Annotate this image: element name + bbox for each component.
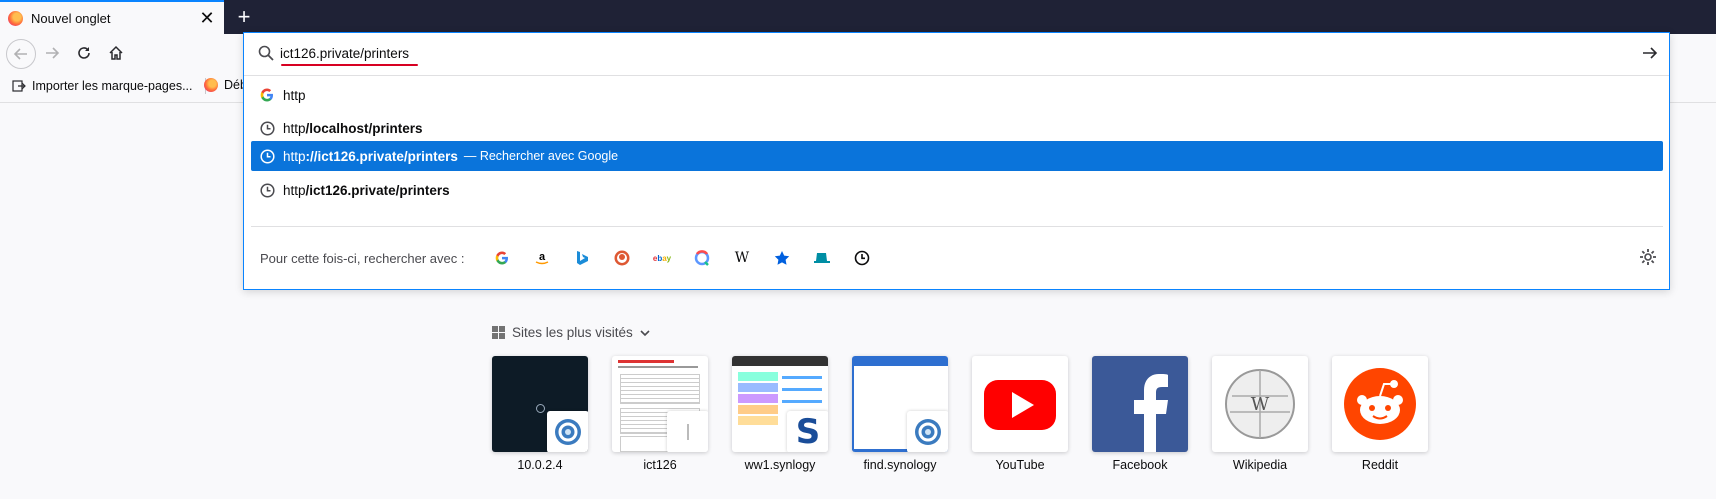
suggestion-row[interactable]: http/localhost/printers: [251, 113, 1663, 143]
urlbar[interactable]: ict126.private/printers: [244, 33, 1669, 76]
suggestion-match: /ict126.private/printers: [305, 182, 450, 198]
synology-qs-icon: [547, 411, 588, 452]
top-site-tile-facebook[interactable]: [1092, 356, 1188, 452]
new-tab-button[interactable]: +: [230, 3, 258, 31]
bookmark-debuter[interactable]: Déb: [204, 78, 247, 92]
suggestion-prefix: http: [283, 120, 306, 136]
urlbar-input[interactable]: ict126.private/printers: [280, 46, 409, 61]
spellcheck-underline: [281, 64, 418, 66]
top-site-tile-ict126[interactable]: [612, 356, 708, 452]
top-site-tile-youtube[interactable]: [972, 356, 1068, 452]
firefox-icon: [204, 78, 218, 92]
page-icon: [667, 411, 708, 452]
tab-title: Nouvel onglet: [31, 11, 111, 26]
back-button[interactable]: [6, 39, 36, 69]
bookmark-import[interactable]: Importer les marque-pages...: [12, 78, 206, 94]
history-clock-icon: [259, 120, 275, 136]
top-site-label: Wikipedia: [1232, 458, 1288, 472]
top-site-tile-wikipedia[interactable]: W: [1212, 356, 1308, 452]
bing-icon[interactable]: [572, 248, 592, 268]
firefox-icon: [8, 11, 23, 26]
suggestion-row[interactable]: http: [251, 80, 1663, 110]
suggestion-prefix: http: [283, 182, 306, 198]
import-bookmarks-icon: [12, 80, 26, 92]
tab-strip: Nouvel onglet ✕ +: [0, 0, 1716, 34]
top-site-label: find.synology: [863, 458, 937, 472]
synology-s-icon: S: [787, 411, 828, 452]
oneoff-divider: [251, 226, 1663, 227]
top-site-tile-find-synology[interactable]: [852, 356, 948, 452]
top-site-label: ict126: [643, 458, 677, 472]
youtube-icon: [984, 380, 1056, 430]
top-site-tile-reddit[interactable]: [1332, 356, 1428, 452]
history-clock-icon: [259, 182, 275, 198]
history-icon[interactable]: [852, 248, 872, 268]
forward-button[interactable]: [38, 39, 66, 67]
reload-button[interactable]: [70, 39, 98, 67]
top-site-label: Facebook: [1112, 458, 1168, 472]
top-site-label: YouTube: [995, 458, 1045, 472]
top-site-tile-10-0-2-4[interactable]: [492, 356, 588, 452]
top-site-label: ww1.synlogy: [744, 458, 816, 472]
tabs-icon[interactable]: [812, 248, 832, 268]
google-icon[interactable]: [492, 248, 512, 268]
svg-text:a: a: [539, 251, 546, 263]
home-icon: [109, 45, 123, 60]
top-site-label: 10.0.2.4: [517, 458, 563, 472]
top-sites-heading[interactable]: Sites les plus visités: [492, 325, 650, 340]
urlbar-dropdown: ict126.private/printers http http/localh…: [243, 32, 1670, 290]
amazon-icon[interactable]: a: [532, 248, 552, 268]
bookmark-label: Importer les marque-pages...: [32, 79, 193, 93]
forward-arrow-icon: [46, 47, 60, 59]
home-button[interactable]: [102, 39, 130, 67]
grid-icon: [492, 326, 505, 339]
suggestion-match: /localhost/printers: [305, 120, 423, 136]
wikipedia-globe-icon: W: [1225, 369, 1295, 439]
suggestion-row[interactable]: http/ict126.private/printers: [251, 175, 1663, 205]
google-icon: [259, 87, 275, 103]
suggestion-match: ://ict126.private/printers: [305, 148, 458, 164]
top-site-tile-ww1-synlogy[interactable]: S: [732, 356, 828, 452]
close-tab-icon[interactable]: ✕: [196, 7, 218, 29]
oneoff-label: Pour cette fois-ci, rechercher avec :: [260, 251, 465, 266]
suggestion-prefix: http: [283, 87, 306, 103]
tab-nouvel-onglet[interactable]: Nouvel onglet ✕: [0, 0, 224, 34]
chevron-down-icon[interactable]: [640, 328, 650, 338]
svg-text:W: W: [1251, 394, 1270, 415]
history-clock-icon: [259, 148, 275, 164]
reddit-icon: [1344, 368, 1416, 440]
suggestion-action: — Rechercher avec Google: [463, 149, 619, 163]
qwant-icon[interactable]: [692, 248, 712, 268]
facebook-icon: [1134, 374, 1168, 452]
settings-gear-icon[interactable]: [1639, 248, 1657, 269]
reload-icon: [78, 47, 90, 59]
top-sites-title: Sites les plus visités: [512, 325, 633, 340]
duckduckgo-icon[interactable]: [612, 248, 632, 268]
suggestion-row-selected[interactable]: http://ict126.private/printers — Recherc…: [251, 141, 1663, 171]
top-site-label: Reddit: [1361, 458, 1399, 472]
search-icon: [258, 45, 274, 61]
bookmarks-star-icon[interactable]: [772, 248, 792, 268]
wikipedia-icon[interactable]: W: [732, 248, 752, 268]
go-arrow-icon[interactable]: [1641, 44, 1659, 62]
ebay-icon[interactable]: ebay: [652, 248, 672, 268]
synology-qs-icon: [907, 411, 948, 452]
suggestion-prefix: http: [283, 148, 306, 164]
back-arrow-icon: [13, 48, 27, 60]
